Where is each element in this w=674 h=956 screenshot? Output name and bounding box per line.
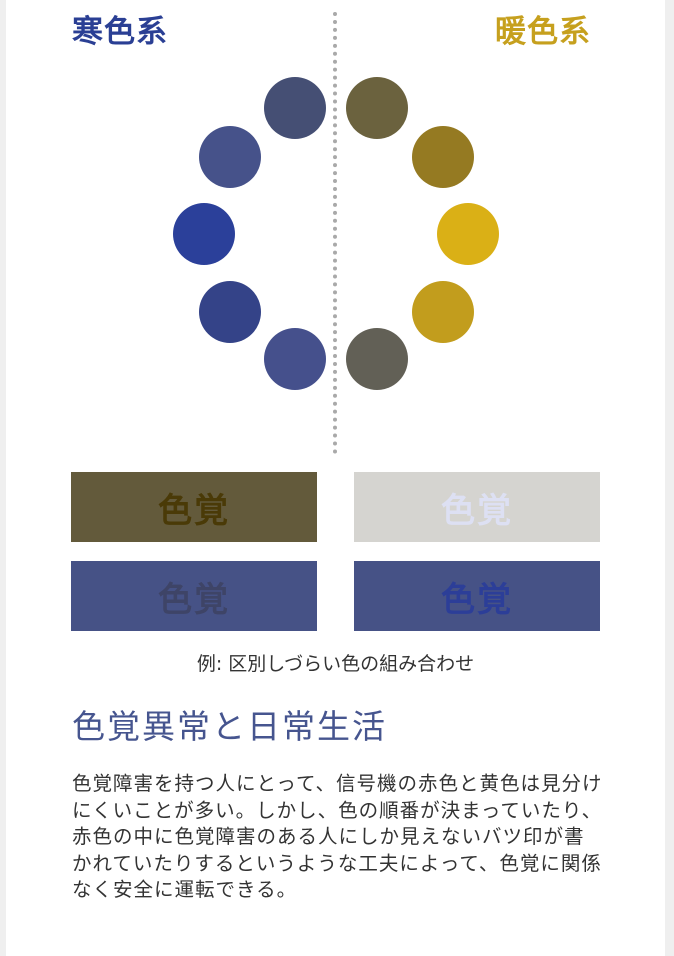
cold-color-circle	[199, 126, 261, 188]
cold-color-circle	[199, 281, 261, 343]
swatch-caption: 例: 区別しづらい色の組み合わせ	[196, 653, 475, 675]
warm-color-circle	[412, 281, 474, 343]
swatch-label: 色覚	[158, 579, 230, 620]
swatch-label: 色覚	[441, 579, 513, 620]
color-pair-swatch: 色覚	[354, 561, 600, 631]
color-pair-swatch: 色覚	[71, 472, 317, 542]
dotted-divider	[333, 12, 337, 454]
cold-colors-heading: 寒色系	[72, 14, 168, 50]
swatch-label: 色覚	[158, 490, 230, 531]
warm-color-circle	[437, 203, 499, 265]
section-title: 色覚異常と日常生活	[72, 707, 387, 746]
cold-color-circle	[264, 77, 326, 139]
cold-color-circle	[264, 328, 326, 390]
page: 寒色系 暖色系 色覚 色覚 色覚 色覚 例: 区別しづらい色の組み合わせ 色覚異…	[6, 0, 665, 956]
warm-colors-heading: 暖色系	[495, 14, 591, 50]
section-body: 色覚障害を持つ人にとって、信号機の赤色と黄色は見分けにくいことが多い。しかし、色…	[72, 772, 603, 901]
color-pair-swatch: 色覚	[354, 472, 600, 542]
swatch-label: 色覚	[441, 490, 513, 531]
cold-color-circle	[173, 203, 235, 265]
warm-color-circle	[412, 126, 474, 188]
warm-color-circle	[346, 328, 408, 390]
color-pair-swatch: 色覚	[71, 561, 317, 631]
warm-color-circle	[346, 77, 408, 139]
